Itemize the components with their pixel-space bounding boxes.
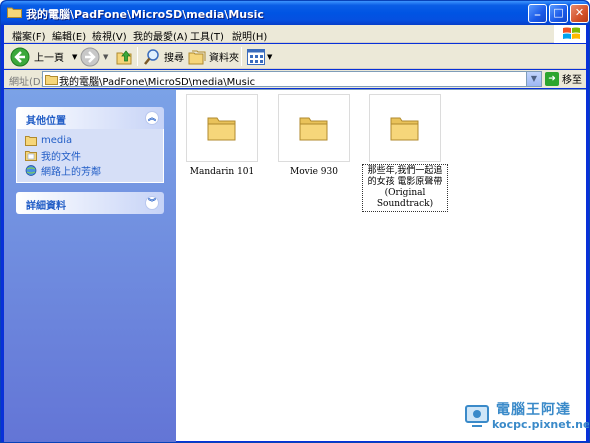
forward-button[interactable]: ▼ xyxy=(80,46,108,67)
views-dropdown-icon[interactable]: ▼ xyxy=(267,53,272,61)
watermark: 電腦王阿達 kocpc.pixnet.net xyxy=(462,396,590,436)
address-label: 網址(D) xyxy=(9,77,45,88)
folder-icon xyxy=(390,117,419,141)
expand-icon[interactable]: ︾ xyxy=(145,196,159,210)
folders-icon xyxy=(188,50,206,64)
other-places-list: media 我的文件 網路上的芳鄰 xyxy=(16,129,164,183)
folder-item[interactable]: 那些年,我們一起追的女孩 電影原聲帶(Original Soundtrack) xyxy=(361,94,449,212)
back-button[interactable]: 上一頁 ▼ xyxy=(10,46,77,67)
folder-icon xyxy=(45,75,58,85)
folder-up-icon xyxy=(116,49,132,64)
folder-item[interactable]: Mandarin 101 xyxy=(182,94,262,178)
sidebar-item-label: 網路上的芳鄰 xyxy=(41,167,101,178)
windows-logo xyxy=(554,25,586,43)
search-icon xyxy=(144,48,159,65)
toolbar: 上一頁 ▼ ▼ 搜尋 資料夾 ▼ xyxy=(4,44,586,69)
main-content: 其他位置 ︽ media 我的文件 網路上的芳鄰 詳細資料 ︾ Mandarin… xyxy=(4,89,586,442)
details-panel: 詳細資料 ︾ xyxy=(16,192,164,214)
sidebar-item-my-documents[interactable]: 我的文件 xyxy=(25,148,163,163)
details-title: 詳細資料 xyxy=(26,201,66,212)
address-value: 我的電腦\PadFone\MicroSD\media\Music xyxy=(59,77,256,88)
back-dropdown-icon[interactable]: ▼ xyxy=(72,53,77,61)
go-button[interactable]: ➜ 移至 xyxy=(545,71,582,86)
menu-favorites[interactable]: 我的最愛(A) xyxy=(133,28,188,43)
sidebar-item-label: 我的文件 xyxy=(41,152,81,163)
menu-edit[interactable]: 編輯(E) xyxy=(52,28,86,43)
folders-button[interactable]: 資料夾 xyxy=(188,46,239,67)
toolbar-separator xyxy=(241,47,242,66)
maximize-button[interactable]: □ xyxy=(549,4,568,23)
folder-thumbnail[interactable] xyxy=(186,94,258,162)
minimize-icon: _ xyxy=(534,3,541,16)
close-icon: ✕ xyxy=(574,6,585,19)
views-button[interactable]: ▼ xyxy=(247,46,272,67)
menu-help[interactable]: 說明(H) xyxy=(232,28,267,43)
watermark-title: 電腦王阿達 xyxy=(496,402,571,418)
menu-view[interactable]: 檢視(V) xyxy=(92,28,127,43)
title-bar[interactable]: 我的電腦\PadFone\MicroSD\media\Music _ □ ✕ xyxy=(1,1,589,25)
folders-label: 資料夾 xyxy=(209,53,239,64)
back-label: 上一頁 xyxy=(34,53,64,64)
forward-dropdown-icon[interactable]: ▼ xyxy=(103,53,108,61)
go-label: 移至 xyxy=(562,75,582,86)
network-icon xyxy=(25,165,37,176)
documents-icon xyxy=(25,151,37,161)
address-input[interactable]: 我的電腦\PadFone\MicroSD\media\Music ▼ xyxy=(42,71,542,88)
folder-icon xyxy=(7,7,22,18)
menu-bar: 檔案(F) 編輯(E) 檢視(V) 我的最愛(A) 工具(T) 說明(H) xyxy=(4,25,586,43)
folder-icon xyxy=(25,136,37,146)
other-places-header[interactable]: 其他位置 ︽ xyxy=(16,107,164,129)
up-button[interactable] xyxy=(115,46,135,67)
other-places-panel: 其他位置 ︽ media 我的文件 網路上的芳鄰 xyxy=(16,107,164,183)
chevron-down-icon: ▼ xyxy=(530,74,538,83)
folder-thumbnail[interactable] xyxy=(278,94,350,162)
search-button[interactable]: 搜尋 xyxy=(143,46,184,67)
menu-file[interactable]: 檔案(F) xyxy=(12,28,46,43)
folder-item[interactable]: Movie 930 xyxy=(274,94,354,178)
explorer-window: 我的電腦\PadFone\MicroSD\media\Music _ □ ✕ 檔… xyxy=(0,0,590,443)
other-places-title: 其他位置 xyxy=(26,116,66,127)
address-bar: 網址(D) 我的電腦\PadFone\MicroSD\media\Music ▼… xyxy=(4,70,586,88)
views-icon xyxy=(247,48,265,65)
computer-logo-icon xyxy=(465,405,489,427)
go-arrow-icon: ➜ xyxy=(545,71,559,86)
folder-thumbnail[interactable] xyxy=(369,94,441,162)
minimize-button[interactable]: _ xyxy=(528,3,547,23)
folder-icon xyxy=(299,117,328,141)
folder-icon xyxy=(207,117,236,141)
collapse-icon[interactable]: ︽ xyxy=(145,111,159,125)
folder-name: 那些年,我們一起追的女孩 電影原聲帶(Original Soundtrack) xyxy=(362,164,448,212)
toolbar-separator xyxy=(137,47,138,66)
folder-name: Movie 930 xyxy=(290,167,338,177)
menu-tools[interactable]: 工具(T) xyxy=(190,28,224,43)
watermark-url: kocpc.pixnet.net xyxy=(492,418,590,431)
folder-name: Mandarin 101 xyxy=(189,167,255,177)
sidebar-item-network[interactable]: 網路上的芳鄰 xyxy=(25,163,163,178)
address-dropdown-button[interactable]: ▼ xyxy=(526,72,541,86)
maximize-icon: □ xyxy=(553,6,564,19)
task-pane: 其他位置 ︽ media 我的文件 網路上的芳鄰 詳細資料 ︾ xyxy=(4,90,176,442)
sidebar-item-media[interactable]: media xyxy=(25,133,163,148)
details-header[interactable]: 詳細資料 ︾ xyxy=(16,192,164,214)
forward-arrow-icon xyxy=(80,47,100,66)
windows-flag-icon xyxy=(563,27,580,39)
sidebar-item-label: media xyxy=(41,135,73,146)
search-label: 搜尋 xyxy=(164,53,184,64)
window-title: 我的電腦\PadFone\MicroSD\media\Music xyxy=(26,8,264,21)
back-arrow-icon xyxy=(10,47,30,66)
close-button[interactable]: ✕ xyxy=(570,4,589,23)
